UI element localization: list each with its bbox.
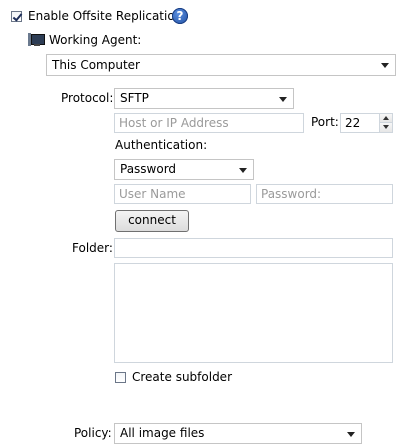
port-label: Port: <box>311 115 339 129</box>
password-input[interactable]: Password: <box>256 184 393 204</box>
policy-value: All image files <box>120 426 205 440</box>
connect-button[interactable]: connect <box>115 210 189 232</box>
password-placeholder: Password: <box>261 187 322 201</box>
username-placeholder: User Name <box>119 187 186 201</box>
policy-label: Policy: <box>74 426 112 440</box>
help-icon[interactable]: ? <box>172 8 188 24</box>
authentication-value: Password <box>120 162 177 176</box>
chevron-down-icon <box>239 168 247 173</box>
working-agent-dropdown[interactable]: This Computer <box>46 54 396 76</box>
host-input[interactable]: Host or IP Address <box>114 113 304 133</box>
enable-replication-label: Enable Offsite Replication <box>28 9 183 23</box>
folder-label: Folder: <box>72 241 113 255</box>
authentication-dropdown[interactable]: Password <box>114 159 254 180</box>
folder-input[interactable] <box>114 238 393 258</box>
port-spinner[interactable] <box>379 114 392 132</box>
decrement-arrow-icon[interactable] <box>380 123 392 132</box>
protocol-value: SFTP <box>120 91 149 105</box>
port-value: 22 <box>345 116 361 130</box>
port-stepper[interactable]: 22 <box>340 113 393 133</box>
create-subfolder-checkbox[interactable] <box>115 372 126 383</box>
host-placeholder: Host or IP Address <box>119 116 229 130</box>
create-subfolder-label: Create subfolder <box>132 370 232 384</box>
chevron-down-icon <box>279 97 287 102</box>
increment-arrow-icon[interactable] <box>380 114 392 123</box>
protocol-label: Protocol: <box>61 91 114 105</box>
policy-dropdown[interactable]: All image files <box>114 423 362 444</box>
working-agent-label: Working Agent: <box>49 33 142 47</box>
folder-list-box[interactable] <box>114 263 393 363</box>
chevron-down-icon <box>347 432 355 437</box>
enable-replication-checkbox[interactable] <box>11 11 22 22</box>
username-input[interactable]: User Name <box>114 184 251 204</box>
chevron-down-icon <box>381 63 389 68</box>
working-agent-value: This Computer <box>52 58 140 72</box>
authentication-label: Authentication: <box>115 138 208 152</box>
agent-icon <box>28 33 45 47</box>
protocol-dropdown[interactable]: SFTP <box>114 88 294 109</box>
